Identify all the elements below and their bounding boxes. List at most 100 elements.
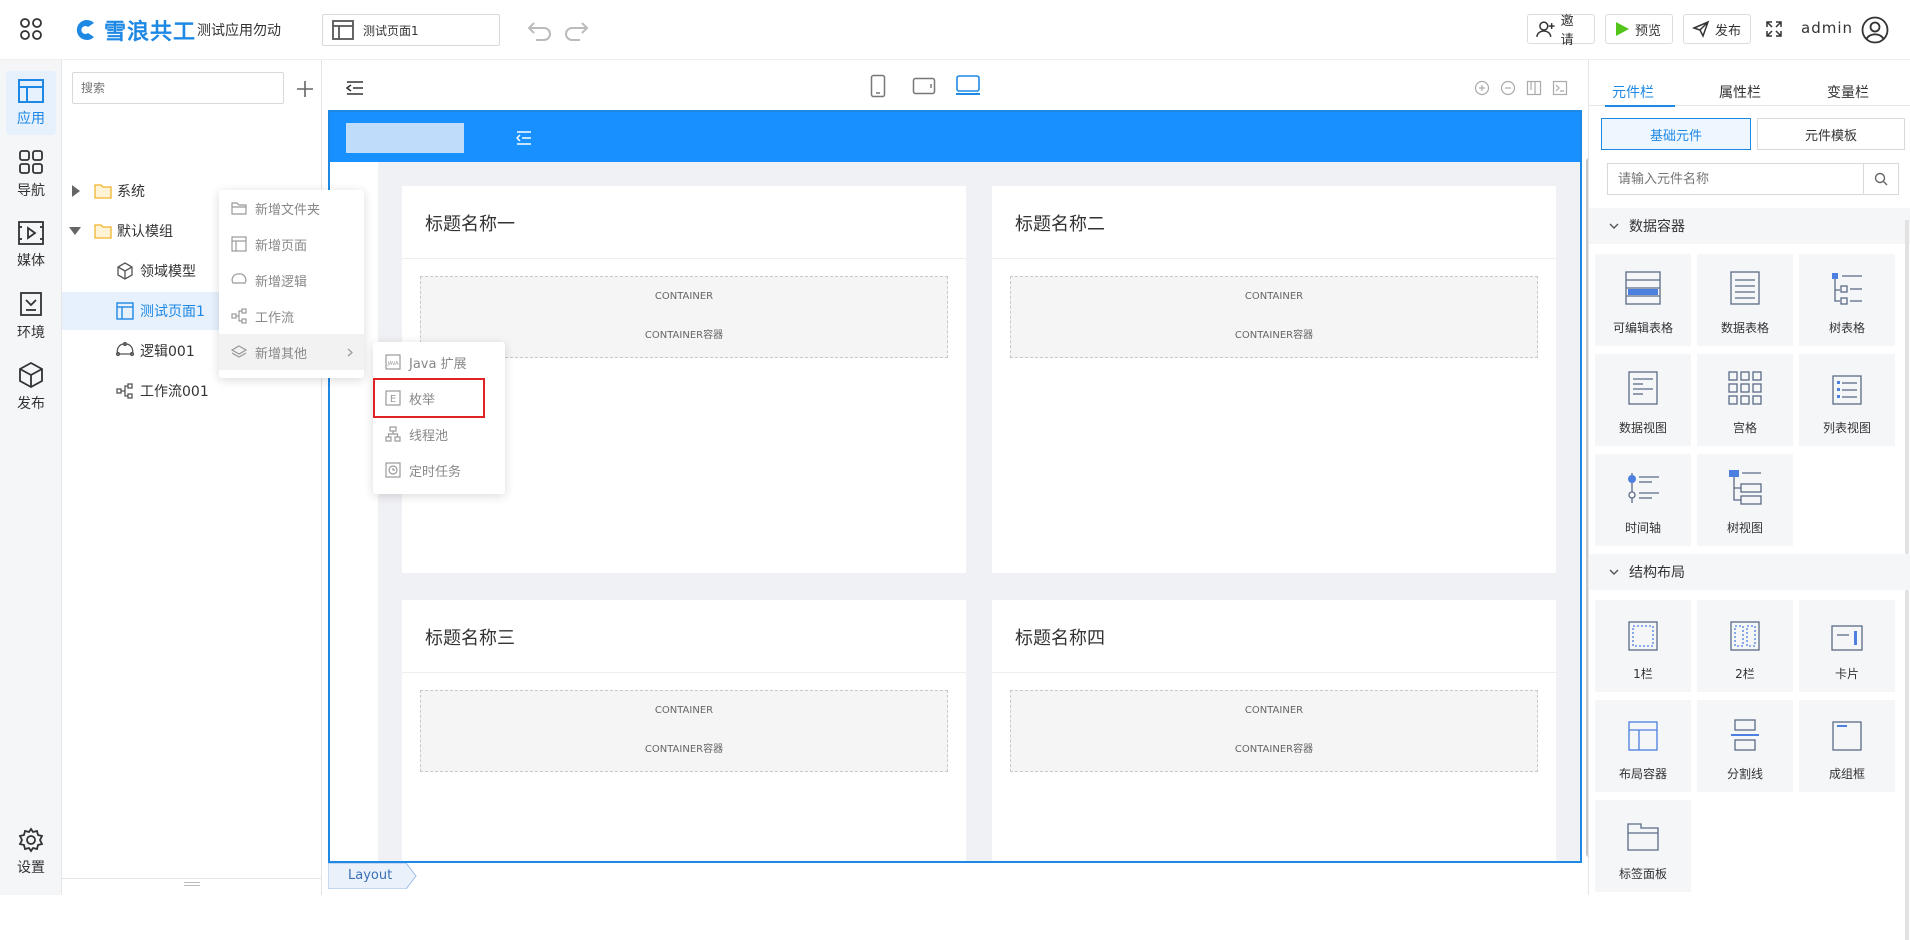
breadcrumb[interactable]: Layout [328, 863, 418, 889]
container-box[interactable]: CONTAINER CONTAINER容器 [1010, 690, 1538, 772]
component-timeline[interactable]: 时间轴 [1595, 454, 1691, 546]
list-view-icon [1832, 375, 1862, 405]
rail-item-app[interactable]: 应用 [6, 71, 56, 135]
subtab-templates[interactable]: 元件模板 [1757, 118, 1905, 150]
component-2-column[interactable]: 2栏 [1697, 600, 1793, 692]
media-icon [18, 221, 44, 245]
grid-icon [1728, 371, 1762, 405]
section-data-container[interactable]: 数据容器 [1589, 208, 1910, 244]
tablet-view-icon[interactable] [912, 77, 936, 95]
send-icon [1692, 20, 1710, 38]
card-title: 标题名称四 [1015, 628, 1105, 649]
menu-new-page[interactable]: 新增页面 [219, 226, 364, 262]
undo-icon[interactable] [526, 19, 554, 41]
zoom-out-icon[interactable] [1500, 80, 1516, 96]
left-rail: 应用 导航 媒体 环境 发布 设置 [0, 60, 62, 895]
component-group-box[interactable]: 成组框 [1799, 700, 1895, 792]
container-box[interactable]: CONTAINER CONTAINER容器 [1010, 276, 1538, 358]
menu-new-other[interactable]: 新增其他 [219, 334, 364, 370]
component-divider[interactable]: 分割线 [1697, 700, 1793, 792]
component-tree-view[interactable]: 树视图 [1697, 454, 1793, 546]
card-title: 标题名称三 [425, 628, 515, 649]
breadcrumb-layout: Layout [348, 868, 393, 883]
preview-button[interactable]: 预览 [1605, 14, 1673, 44]
tab-properties[interactable]: 属性栏 [1719, 82, 1761, 102]
page-header-bar [330, 112, 1580, 162]
app-icon [18, 79, 44, 103]
tab-indicator [1605, 105, 1675, 107]
component-1-column[interactable]: 1栏 [1595, 600, 1691, 692]
two-column-icon [1730, 621, 1760, 651]
fullscreen-icon[interactable] [1766, 21, 1782, 37]
component-list-view[interactable]: 列表视图 [1799, 354, 1895, 446]
card-3[interactable]: 标题名称三 CONTAINER CONTAINER容器 [402, 600, 966, 861]
rail-item-media[interactable]: 媒体 [6, 213, 56, 277]
layout-icon[interactable] [1526, 80, 1542, 96]
page-layout-icon [116, 302, 134, 320]
page-frame[interactable]: 标题名称一 CONTAINER CONTAINER容器 标题名称二 CONTAI… [328, 110, 1592, 863]
tree-search-input[interactable] [72, 72, 284, 104]
page-layout-icon [231, 236, 247, 252]
component-tree-table[interactable]: 树表格 [1799, 254, 1895, 346]
username[interactable]: admin [1801, 19, 1853, 37]
menu-java-extension[interactable]: JAVA Java 扩展 [373, 344, 505, 380]
highlight-box [373, 378, 485, 418]
caret-down-icon [69, 227, 81, 235]
canvas-tools [1474, 80, 1568, 96]
group-box-icon [1832, 721, 1862, 751]
component-tab-panel[interactable]: 标签面板 [1595, 800, 1691, 892]
menu-thread-pool[interactable]: 线程池 [373, 416, 505, 452]
menu-new-folder[interactable]: 新增文件夹 [219, 190, 364, 226]
component-card[interactable]: 卡片 [1799, 600, 1895, 692]
zoom-in-icon[interactable] [1474, 80, 1490, 96]
menu-scheduled-task[interactable]: 定时任务 [373, 452, 505, 488]
component-search-input[interactable] [1607, 163, 1863, 195]
current-page-selector[interactable]: 测试页面1 [322, 14, 500, 46]
divider-icon [1731, 719, 1759, 751]
component-editable-table[interactable]: 可编辑表格 [1595, 254, 1691, 346]
rail-item-publish[interactable]: 发布 [6, 355, 56, 419]
menu-new-logic[interactable]: 新增逻辑 [219, 262, 364, 298]
design-canvas: 标题名称一 CONTAINER CONTAINER容器 标题名称二 CONTAI… [322, 60, 1592, 895]
top-bar: 雪浪共工 测试应用勿动 测试页面1 邀请 预览 发布 admin [0, 0, 1910, 60]
menu-workflow[interactable]: 工作流 [219, 298, 364, 334]
rail-item-nav[interactable]: 导航 [6, 142, 56, 206]
folder-icon [231, 202, 247, 215]
rail-item-env[interactable]: 环境 [6, 284, 56, 348]
layers-icon [231, 345, 247, 358]
rail-item-settings[interactable]: 设置 [6, 820, 56, 884]
section-structure-layout[interactable]: 结构布局 [1589, 554, 1910, 590]
current-page-name: 测试页面1 [363, 23, 419, 38]
collapse-menu-icon[interactable] [516, 131, 532, 145]
context-menu: 新增文件夹 新增页面 新增逻辑 工作流 新增其他 [219, 190, 364, 378]
component-data-view[interactable]: 数据视图 [1595, 354, 1691, 446]
logic-icon [116, 342, 134, 357]
apps-grid-icon[interactable] [18, 16, 44, 42]
card-2[interactable]: 标题名称二 CONTAINER CONTAINER容器 [992, 186, 1556, 573]
container-box[interactable]: CONTAINER CONTAINER容器 [420, 690, 948, 772]
redo-icon[interactable] [562, 19, 590, 41]
workflow-icon [116, 383, 133, 399]
publish-button[interactable]: 发布 [1683, 14, 1751, 44]
card-4[interactable]: 标题名称四 CONTAINER CONTAINER容器 [992, 600, 1556, 861]
invite-button[interactable]: 邀请 [1527, 14, 1595, 48]
avatar[interactable] [1861, 16, 1889, 44]
tab-variables[interactable]: 变量栏 [1827, 82, 1869, 102]
subtab-basic[interactable]: 基础元件 [1601, 118, 1751, 150]
tab-components[interactable]: 元件栏 [1612, 82, 1654, 102]
resize-handle[interactable] [184, 882, 200, 886]
component-data-table[interactable]: 数据表格 [1697, 254, 1793, 346]
code-icon[interactable] [1552, 80, 1568, 96]
component-layout-container[interactable]: 布局容器 [1595, 700, 1691, 792]
tree-view-icon [1729, 470, 1762, 505]
search-button[interactable] [1863, 163, 1899, 195]
mobile-view-icon[interactable] [870, 74, 886, 98]
search-icon [1874, 172, 1888, 186]
cube-icon [19, 361, 43, 389]
component-grid[interactable]: 宫格 [1697, 354, 1793, 446]
caret-right-icon [72, 185, 80, 197]
add-icon[interactable] [296, 80, 314, 98]
logic-icon [231, 273, 247, 284]
desktop-view-icon[interactable] [955, 74, 981, 96]
collapse-menu-icon[interactable] [346, 80, 364, 96]
